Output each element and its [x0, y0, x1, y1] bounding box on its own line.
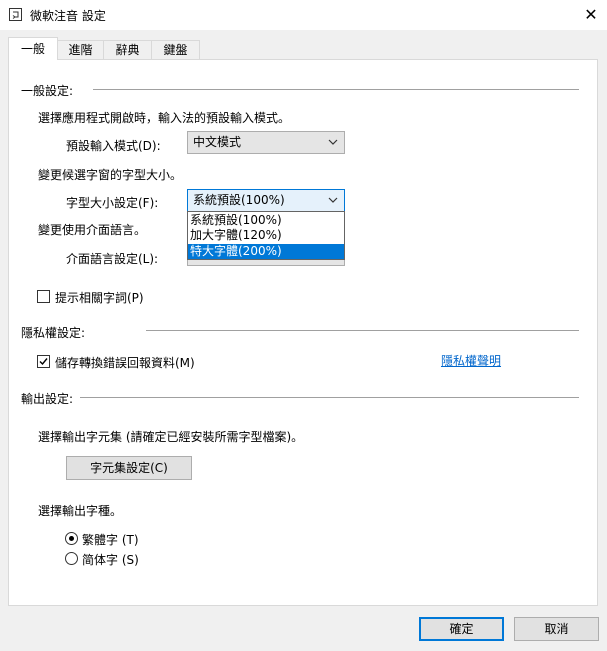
simplified-radio[interactable]	[65, 552, 78, 565]
chevron-down-icon	[328, 197, 338, 203]
tab-keyboard[interactable]: 鍵盤	[151, 40, 200, 59]
font-size-option-120[interactable]: 加大字體(120%)	[188, 228, 344, 243]
tab-general[interactable]: 一般	[8, 37, 58, 60]
privacy-section-title: 隱私權設定:	[21, 326, 86, 340]
report-errors-label: 儲存轉換錯誤回報資料(M)	[55, 356, 195, 370]
title-bar: 微軟注音 設定 ✕	[0, 0, 607, 30]
default-mode-value: 中文模式	[193, 135, 242, 149]
window-title: 微軟注音 設定	[30, 9, 106, 23]
privacy-statement-link[interactable]: 隱私權聲明	[441, 352, 501, 369]
default-mode-label: 預設輸入模式(D):	[66, 139, 161, 153]
font-size-dropdown-list: 系統預設(100%) 加大字體(120%) 特大字體(200%)	[187, 211, 345, 260]
simplified-label: 简体字 (S)	[82, 553, 139, 567]
checkmark-icon	[39, 358, 48, 366]
font-size-value: 系統預設(100%)	[193, 193, 285, 207]
ui-language-description: 變更使用介面語言。	[38, 223, 147, 237]
charset-description: 選擇輸出字元集 (請確定已經安裝所需字型檔案)。	[38, 430, 304, 444]
default-mode-description: 選擇應用程式開啟時，輸入法的預設輸入模式。	[38, 111, 291, 125]
tab-advanced[interactable]: 進階	[57, 40, 104, 59]
tab-dictionary[interactable]: 辭典	[103, 40, 152, 59]
general-separator	[93, 89, 579, 90]
suggest-words-checkbox[interactable]	[37, 290, 50, 303]
font-size-label: 字型大小設定(F):	[66, 196, 159, 210]
report-errors-checkbox[interactable]	[37, 355, 50, 368]
traditional-radio[interactable]	[65, 532, 78, 545]
ui-language-label: 介面語言設定(L):	[66, 252, 159, 266]
general-section-title: 一般設定:	[21, 84, 74, 98]
font-size-description: 變更候選字窗的字型大小。	[38, 168, 183, 182]
privacy-separator	[146, 330, 579, 331]
close-icon[interactable]: ✕	[580, 4, 602, 26]
font-size-option-100[interactable]: 系統預設(100%)	[188, 213, 344, 228]
output-separator	[80, 397, 579, 398]
cancel-button[interactable]: 取消	[514, 617, 599, 641]
ok-button[interactable]: 確定	[419, 617, 504, 641]
font-size-option-200[interactable]: 特大字體(200%)	[188, 244, 344, 259]
output-section-title: 輸出設定:	[21, 392, 74, 406]
app-icon	[9, 8, 22, 21]
radio-selected-dot	[69, 536, 74, 541]
charset-settings-button[interactable]: 字元集設定(C)	[66, 456, 192, 480]
default-mode-combobox[interactable]: 中文模式	[187, 131, 345, 154]
chevron-down-icon	[328, 139, 338, 145]
font-size-combobox[interactable]: 系統預設(100%)	[187, 189, 345, 212]
script-description: 選擇輸出字種。	[38, 504, 123, 518]
suggest-words-label: 提示相關字詞(P)	[55, 291, 144, 305]
traditional-label: 繁體字 (T)	[82, 533, 139, 547]
